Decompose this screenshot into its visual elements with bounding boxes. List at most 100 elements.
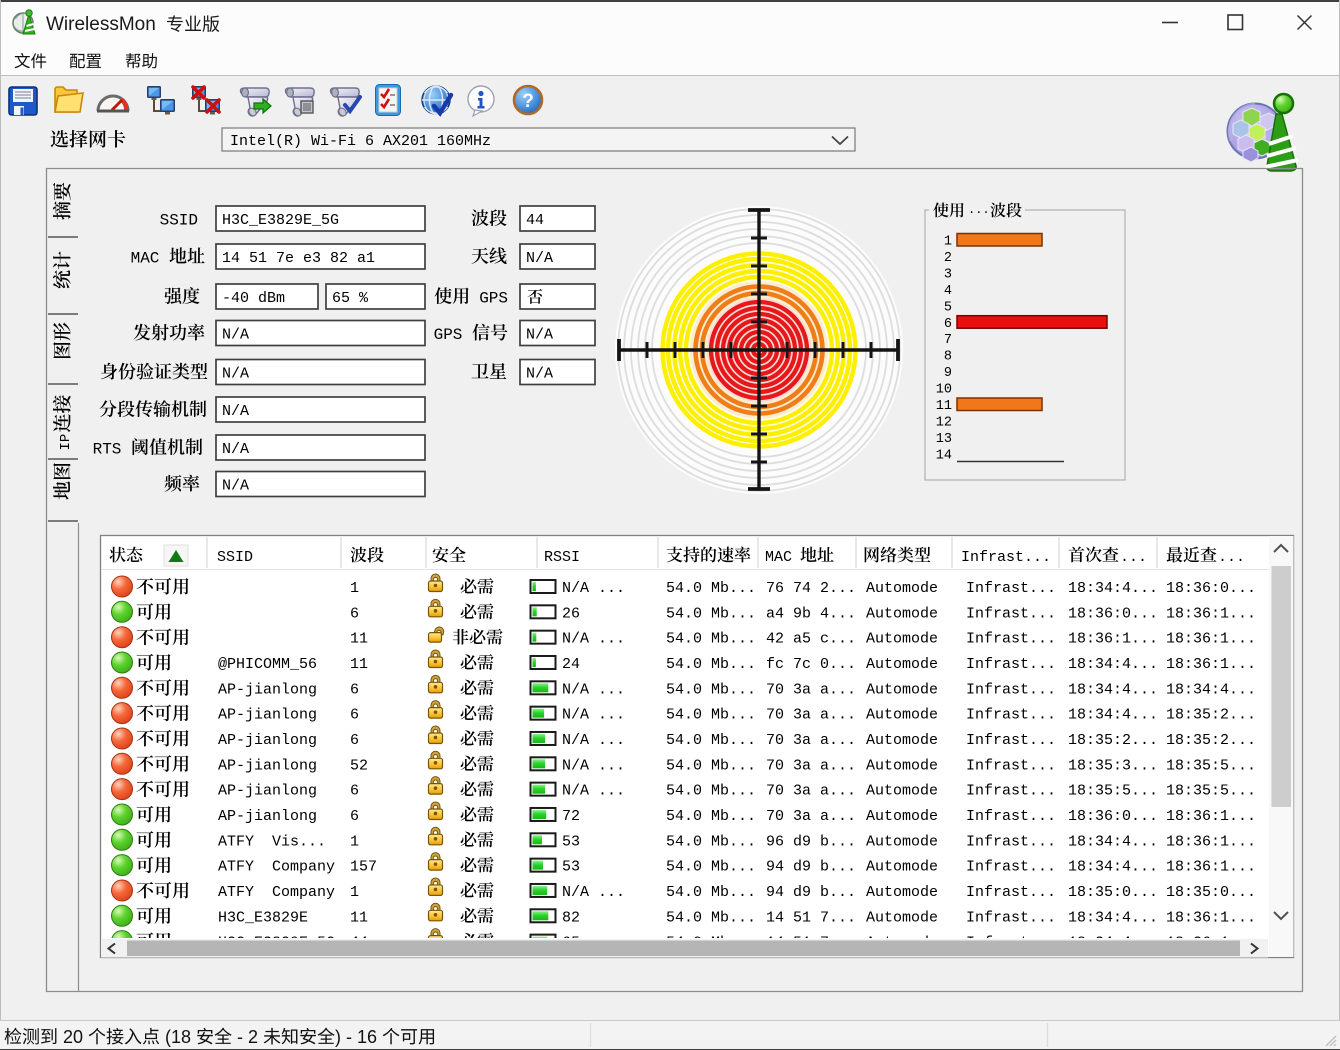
svg-text:54.0 Mb...: 54.0 Mb... xyxy=(666,580,756,597)
svg-text:70 3a a...: 70 3a a... xyxy=(766,757,856,774)
svg-text:fc 7c 0...: fc 7c 0... xyxy=(766,656,856,673)
svg-text:N/A: N/A xyxy=(222,403,249,420)
svg-text:@PHICOMM_56: @PHICOMM_56 xyxy=(218,656,317,673)
svg-text:54.0 Mb...: 54.0 Mb... xyxy=(666,909,756,926)
svg-text:MAC: MAC xyxy=(131,250,169,268)
svg-text:18:36:1...: 18:36:1... xyxy=(1166,833,1256,850)
svg-text:Automode: Automode xyxy=(866,656,938,673)
svg-text:53: 53 xyxy=(562,833,580,850)
svg-text:18:35:5...: 18:35:5... xyxy=(1166,783,1256,800)
svg-text:1: 1 xyxy=(944,235,952,250)
svg-text:H3C_E3829E: H3C_E3829E xyxy=(218,909,308,926)
svg-text:26: 26 xyxy=(562,605,580,622)
svg-text:1: 1 xyxy=(350,884,359,901)
svg-text:1: 1 xyxy=(350,580,359,597)
svg-text:6: 6 xyxy=(944,317,952,332)
svg-text:6: 6 xyxy=(350,732,359,749)
svg-text:18:35:2...: 18:35:2... xyxy=(1166,732,1256,749)
svg-text:ATFY Company: ATFY Company xyxy=(218,884,335,901)
svg-text:11: 11 xyxy=(350,631,368,648)
svg-text:70 3a a...: 70 3a a... xyxy=(766,681,856,698)
svg-text:18:36:0...: 18:36:0... xyxy=(1068,808,1158,825)
svg-text:18:34:4...: 18:34:4... xyxy=(1068,859,1158,876)
svg-text:6: 6 xyxy=(350,707,359,724)
svg-text:N/A: N/A xyxy=(526,250,553,267)
svg-text:53: 53 xyxy=(562,859,580,876)
svg-text:54.0 Mb...: 54.0 Mb... xyxy=(666,732,756,749)
svg-text:54.0 Mb...: 54.0 Mb... xyxy=(666,884,756,901)
svg-text:70 3a a...: 70 3a a... xyxy=(766,707,856,724)
svg-text:Infrast...: Infrast... xyxy=(966,884,1056,901)
svg-text:18:36:1...: 18:36:1... xyxy=(1068,631,1158,648)
svg-text:54.0 Mb...: 54.0 Mb... xyxy=(666,631,756,648)
svg-text:18:35:5...: 18:35:5... xyxy=(1166,757,1256,774)
svg-text:N/A: N/A xyxy=(222,366,249,383)
svg-text:20: 20 xyxy=(58,1027,88,1047)
svg-text:18:35:2...: 18:35:2... xyxy=(1068,732,1158,749)
svg-text:RSSI: RSSI xyxy=(544,549,580,566)
svg-text:N/A ...: N/A ... xyxy=(562,757,625,774)
svg-text:N/A ...: N/A ... xyxy=(562,580,625,597)
svg-text:Infrast...: Infrast... xyxy=(961,549,1051,566)
svg-text:18:36:1...: 18:36:1... xyxy=(1166,656,1256,673)
svg-text:AP-jianlong: AP-jianlong xyxy=(218,808,317,825)
svg-text:18:34:4...: 18:34:4... xyxy=(1068,681,1158,698)
svg-text:54.0 Mb...: 54.0 Mb... xyxy=(666,859,756,876)
svg-text:GPS: GPS xyxy=(479,290,508,308)
svg-text:ATFY Vis...: ATFY Vis... xyxy=(218,833,326,850)
svg-text:Infrast...: Infrast... xyxy=(966,732,1056,749)
svg-text:Intel(R) Wi-Fi 6 AX201 160MHz: Intel(R) Wi-Fi 6 AX201 160MHz xyxy=(230,133,491,150)
svg-text:70 3a a...: 70 3a a... xyxy=(766,732,856,749)
svg-text:54.0 Mb...: 54.0 Mb... xyxy=(666,707,756,724)
svg-text:WirelessMon: WirelessMon xyxy=(46,14,156,35)
svg-text:-40 dBm: -40 dBm xyxy=(222,290,285,307)
svg-text:13: 13 xyxy=(936,432,952,447)
svg-text:18:36:1...: 18:36:1... xyxy=(1166,605,1256,622)
svg-text:AP-jianlong: AP-jianlong xyxy=(218,783,317,800)
svg-text:Automode: Automode xyxy=(866,909,938,926)
svg-text:54.0 Mb...: 54.0 Mb... xyxy=(666,681,756,698)
svg-text:AP-jianlong: AP-jianlong xyxy=(218,707,317,724)
svg-text:GPS: GPS xyxy=(434,326,472,344)
svg-text:4: 4 xyxy=(944,284,952,299)
svg-text:N/A ...: N/A ... xyxy=(562,707,625,724)
svg-text:5: 5 xyxy=(944,300,952,315)
svg-text:94 d9 b...: 94 d9 b... xyxy=(766,884,856,901)
svg-text:18:35:0...: 18:35:0... xyxy=(1166,884,1256,901)
svg-text:52: 52 xyxy=(350,757,368,774)
svg-text:Automode: Automode xyxy=(866,808,938,825)
svg-text:a4 9b 4...: a4 9b 4... xyxy=(766,605,856,622)
svg-text:11: 11 xyxy=(350,909,368,926)
svg-text:10: 10 xyxy=(936,383,952,398)
svg-text:18:35:0...: 18:35:0... xyxy=(1068,884,1158,901)
svg-text:Infrast...: Infrast... xyxy=(966,656,1056,673)
svg-text:N/A: N/A xyxy=(526,327,553,344)
svg-text:18:34:4...: 18:34:4... xyxy=(1068,707,1158,724)
svg-text:N/A ...: N/A ... xyxy=(562,631,625,648)
svg-text:H3C_E3829E_5G: H3C_E3829E_5G xyxy=(222,212,339,229)
svg-text:Automode: Automode xyxy=(866,605,938,622)
svg-text:18:36:1...: 18:36:1... xyxy=(1166,909,1256,926)
svg-text:14 51 7...: 14 51 7... xyxy=(766,909,856,926)
svg-text:54.0 Mb...: 54.0 Mb... xyxy=(666,605,756,622)
svg-text:Automode: Automode xyxy=(866,681,938,698)
svg-text:54.0 Mb...: 54.0 Mb... xyxy=(666,808,756,825)
svg-text:Automode: Automode xyxy=(866,732,938,749)
svg-text:54.0 Mb...: 54.0 Mb... xyxy=(666,757,756,774)
svg-text:Automode: Automode xyxy=(866,757,938,774)
svg-text:65 %: 65 % xyxy=(332,290,369,307)
svg-text:6: 6 xyxy=(350,605,359,622)
svg-text:SSID: SSID xyxy=(217,549,253,566)
svg-text:18:35:5...: 18:35:5... xyxy=(1068,783,1158,800)
svg-text:18:34:4...: 18:34:4... xyxy=(1166,681,1256,698)
svg-text:7: 7 xyxy=(944,333,952,348)
svg-text:Infrast...: Infrast... xyxy=(966,631,1056,648)
svg-text:11: 11 xyxy=(350,656,368,673)
svg-text:54.0 Mb...: 54.0 Mb... xyxy=(666,656,756,673)
svg-text:...: ... xyxy=(968,203,990,217)
svg-text:Infrast...: Infrast... xyxy=(966,605,1056,622)
svg-text:Automode: Automode xyxy=(866,707,938,724)
svg-text:14: 14 xyxy=(936,448,952,463)
svg-text:44: 44 xyxy=(526,212,544,229)
svg-text:18:35:3...: 18:35:3... xyxy=(1068,757,1158,774)
